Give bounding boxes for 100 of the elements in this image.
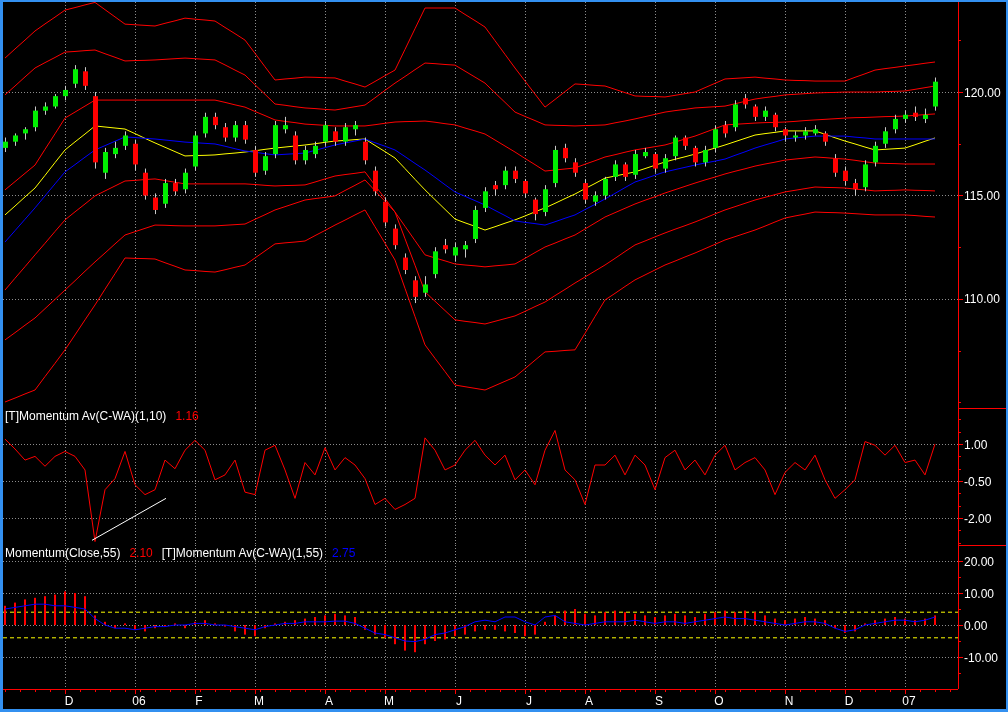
candlestick [493,180,498,196]
indicator-value: 2.10 [129,546,153,560]
candlestick [823,130,828,147]
candlestick [683,134,688,151]
candlestick [703,145,708,167]
candlestick [123,130,128,151]
candlestick [723,120,728,139]
candlestick [143,168,148,201]
axis-label: 20.00 [964,554,995,569]
axis-label: D [64,694,74,708]
candlestick [363,137,368,165]
candlestick [373,166,378,196]
candlestick [273,120,278,159]
candlestick [793,130,798,143]
candlestick [733,99,738,132]
candlestick [833,153,838,178]
axis-label: 06 [132,694,146,708]
axis-label: 07 [902,694,916,708]
candlestick [673,134,678,161]
axis-label: S [655,694,663,708]
candlestick [283,116,288,134]
candlestick [763,106,768,122]
candlestick [803,126,808,141]
candlestick [213,112,218,130]
candlestick [883,126,888,149]
candlestick [893,114,898,134]
candlestick [483,186,488,213]
candlestick [333,126,338,147]
axis-label: 1.00 [964,437,988,452]
indicator-label: Momentum(Close,55) [5,546,121,560]
candlestick [853,178,858,196]
candlestick [83,66,88,91]
candlestick [533,197,538,221]
candlestick [933,77,938,112]
candlestick [303,145,308,165]
candlestick [773,112,778,132]
candlestick [223,122,228,143]
candlestick [693,145,698,167]
candlestick [743,93,748,110]
candlestick [183,168,188,194]
candlestick [523,178,528,199]
candlestick [623,161,628,182]
candlestick [253,145,258,178]
candlestick [653,151,658,174]
candlestick [433,246,438,279]
axis-label: M [254,694,264,708]
candlestick [73,64,78,89]
candlestick [603,176,608,201]
candlestick [133,139,138,172]
candlestick [343,122,348,147]
candlestick [323,120,328,147]
axis-label: M [384,694,394,708]
axis-label: -10.00 [964,650,999,665]
axis-label: 120.00 [964,85,1001,100]
candlestick [423,275,428,298]
candlestick [293,130,298,165]
candlestick [573,157,578,178]
candlestick [103,147,108,180]
axis-label: 0.00 [964,618,988,633]
candlestick [513,166,518,184]
candlestick [633,149,638,180]
candlestick [663,153,668,174]
axis-label: A [585,694,593,708]
axis-label: 10.00 [964,586,995,601]
candlestick [873,141,878,167]
candlestick [113,141,118,159]
axis-label: N [784,694,794,708]
indicator-value: 1.16 [175,409,199,423]
axis-label: -0.50 [964,474,992,489]
axis-label: D [844,694,854,708]
axis-label: 115.00 [964,189,1000,203]
candlestick [233,120,238,143]
candlestick [153,192,158,215]
candlestick [593,190,598,207]
candlestick [23,126,28,141]
axis-label: J [456,694,462,708]
candlestick [193,130,198,172]
candlestick [843,166,848,186]
candlestick [613,159,618,182]
candlestick [923,108,928,124]
candlestick [713,124,718,153]
candlestick [43,101,48,116]
candlestick [53,93,58,110]
candlestick [263,151,268,176]
axis-label: A [325,694,333,708]
axis-label: 110.00 [964,292,1000,307]
axis-label: O [714,694,724,708]
candlestick [173,178,178,196]
candlestick [203,112,208,139]
axis-label: -2.00 [964,511,992,526]
candlestick [463,240,468,259]
candlestick [863,159,868,192]
axis-label: F [195,694,203,708]
candlestick [643,147,648,159]
candlestick [753,103,758,122]
indicator-label: [T]Momentum Av(C-WA)(1,55) [161,546,324,560]
candlestick [473,205,478,244]
candlestick [413,275,418,304]
candlestick [553,145,558,188]
candlestick [813,124,818,136]
